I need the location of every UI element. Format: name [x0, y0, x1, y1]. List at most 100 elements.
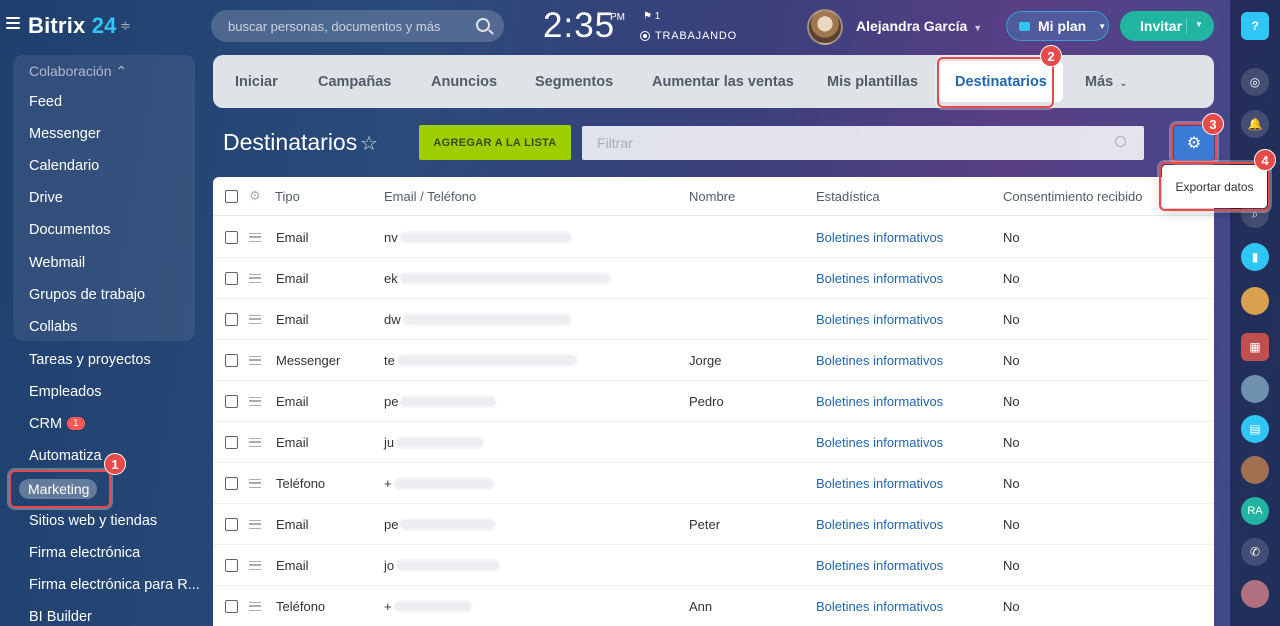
plan-button[interactable]: Mi plan ▼: [1006, 11, 1109, 41]
group-avatar[interactable]: [1241, 287, 1269, 315]
add-to-list-button[interactable]: AGREGAR A LA LISTA: [419, 125, 571, 160]
table-row[interactable]: Email pe Pedro Boletines informativos No: [213, 381, 1214, 422]
checkbox[interactable]: [225, 353, 238, 367]
chat-icon[interactable]: ▤: [1241, 415, 1269, 443]
search-icon[interactable]: [1115, 136, 1126, 147]
checkbox[interactable]: [225, 189, 238, 203]
row-checkbox[interactable]: [225, 504, 238, 544]
star-icon[interactable]: ☆: [360, 131, 378, 156]
table-row[interactable]: Email dw Boletines informativos No: [213, 299, 1214, 340]
sidebar-item-drive[interactable]: Drive: [29, 190, 63, 206]
tab-campaigns[interactable]: Campañas: [318, 74, 391, 90]
contact-avatar[interactable]: [1241, 456, 1269, 484]
tab-templates[interactable]: Mis plantillas: [827, 74, 918, 90]
flag-counter[interactable]: ⚑ 1: [643, 11, 660, 22]
drag-handle-icon[interactable]: [249, 586, 261, 626]
drag-handle-icon[interactable]: [249, 545, 261, 585]
checkbox[interactable]: [225, 271, 238, 285]
avatar[interactable]: [807, 9, 843, 45]
row-checkbox[interactable]: [225, 545, 238, 585]
drag-handle-icon[interactable]: [249, 422, 261, 462]
checkbox[interactable]: [225, 435, 238, 449]
table-row[interactable]: Teléfono + Boletines informativos No: [213, 463, 1214, 504]
checkbox[interactable]: [225, 517, 238, 531]
sidebar-item-esign-hr[interactable]: Firma electrónica para R...: [29, 577, 200, 593]
sidebar-item-messenger[interactable]: Messenger: [29, 126, 101, 142]
contact-avatar[interactable]: [1241, 580, 1269, 608]
column-header-type[interactable]: Tipo: [275, 177, 300, 215]
cell-statistics-link[interactable]: Boletines informativos: [816, 340, 943, 380]
tab-segments[interactable]: Segmentos: [535, 74, 613, 90]
chevron-down-icon[interactable]: ▼: [1195, 20, 1203, 29]
row-checkbox[interactable]: [225, 299, 238, 339]
cell-statistics-link[interactable]: Boletines informativos: [816, 217, 943, 257]
filter-input[interactable]: Filtrar: [582, 126, 1144, 160]
column-header-contact[interactable]: Email / Teléfono: [384, 177, 476, 215]
drag-handle-icon[interactable]: [249, 340, 261, 380]
checkbox[interactable]: [225, 476, 238, 490]
cell-statistics-link[interactable]: Boletines informativos: [816, 545, 943, 585]
table-row[interactable]: Email nv Boletines informativos No: [213, 217, 1214, 258]
drag-handle-icon[interactable]: [249, 463, 261, 503]
copilot-icon[interactable]: ◎: [1241, 68, 1269, 96]
tab-more[interactable]: Más ⌄: [1085, 74, 1128, 90]
work-status[interactable]: TRABAJANDO: [640, 30, 737, 42]
menu-icon[interactable]: [6, 17, 20, 29]
cell-statistics-link[interactable]: Boletines informativos: [816, 463, 943, 503]
drag-handle-icon[interactable]: [249, 381, 261, 421]
sidebar-item-employees[interactable]: Empleados: [29, 384, 102, 400]
contact-avatar-ra[interactable]: RA: [1241, 497, 1269, 525]
table-row[interactable]: Email ju Boletines informativos No: [213, 422, 1214, 463]
cell-statistics-link[interactable]: Boletines informativos: [816, 299, 943, 339]
sidebar-item-collabs[interactable]: Collabs: [29, 319, 77, 335]
logo[interactable]: Bitrix 24: [28, 13, 117, 39]
sidebar-item-esign[interactable]: Firma electrónica: [29, 545, 140, 561]
row-checkbox[interactable]: [225, 258, 238, 298]
row-checkbox[interactable]: [225, 217, 238, 257]
cell-statistics-link[interactable]: Boletines informativos: [816, 504, 943, 544]
column-header-consent[interactable]: Consentimiento recibido: [1003, 177, 1142, 215]
search-icon[interactable]: [476, 18, 490, 32]
table-row[interactable]: Teléfono + Ann Boletines informativos No: [213, 586, 1214, 626]
bookmark-icon[interactable]: ▮: [1241, 243, 1269, 271]
sidebar-item-documents[interactable]: Documentos: [29, 222, 110, 238]
checkbox[interactable]: [225, 558, 238, 572]
sidebar-item-bi-builder[interactable]: BI Builder: [29, 609, 92, 625]
cell-statistics-link[interactable]: Boletines informativos: [816, 381, 943, 421]
row-checkbox[interactable]: [225, 463, 238, 503]
checkbox[interactable]: [225, 599, 238, 613]
drag-handle-icon[interactable]: [249, 258, 261, 298]
checkbox[interactable]: [225, 394, 238, 408]
column-header-name[interactable]: Nombre: [689, 177, 735, 215]
user-menu[interactable]: Alejandra García ▼: [856, 18, 982, 34]
drag-handle-icon[interactable]: [249, 217, 261, 257]
drag-handle-icon[interactable]: [249, 504, 261, 544]
tab-ads[interactable]: Anuncios: [431, 74, 497, 90]
table-row[interactable]: Email pe Peter Boletines informativos No: [213, 504, 1214, 545]
clock[interactable]: 2:35: [543, 6, 615, 46]
cell-statistics-link[interactable]: Boletines informativos: [816, 586, 943, 626]
sidebar-item-sites[interactable]: Sitios web y tiendas: [29, 513, 157, 529]
cell-statistics-link[interactable]: Boletines informativos: [816, 422, 943, 462]
sidebar-item-webmail[interactable]: Webmail: [29, 255, 85, 271]
search-input[interactable]: buscar personas, documentos y más: [211, 10, 504, 42]
sidebar-item-automation[interactable]: Automatiza: [29, 448, 102, 464]
select-all-checkbox[interactable]: [225, 177, 238, 215]
row-checkbox[interactable]: [225, 340, 238, 380]
table-row[interactable]: Email ek Boletines informativos No: [213, 258, 1214, 299]
sidebar-item-calendar[interactable]: Calendario: [29, 158, 99, 174]
bell-icon[interactable]: 🔔: [1241, 110, 1269, 138]
cell-statistics-link[interactable]: Boletines informativos: [816, 258, 943, 298]
table-row[interactable]: Messenger te Jorge Boletines informativos No: [213, 340, 1214, 381]
row-checkbox[interactable]: [225, 586, 238, 626]
tab-sales-boost[interactable]: Aumentar las ventas: [652, 74, 794, 90]
checkbox[interactable]: [225, 230, 238, 244]
sidebar-item-feed[interactable]: Feed: [29, 94, 62, 110]
row-checkbox[interactable]: [225, 422, 238, 462]
gear-icon[interactable]: ⚙: [249, 177, 261, 215]
sidebar-item-crm[interactable]: CRM 1: [29, 416, 85, 432]
checkbox[interactable]: [225, 312, 238, 326]
sidebar-item-tasks[interactable]: Tareas y proyectos: [29, 352, 151, 368]
tab-start[interactable]: Iniciar: [235, 74, 278, 90]
phone-icon[interactable]: ✆: [1241, 538, 1269, 566]
